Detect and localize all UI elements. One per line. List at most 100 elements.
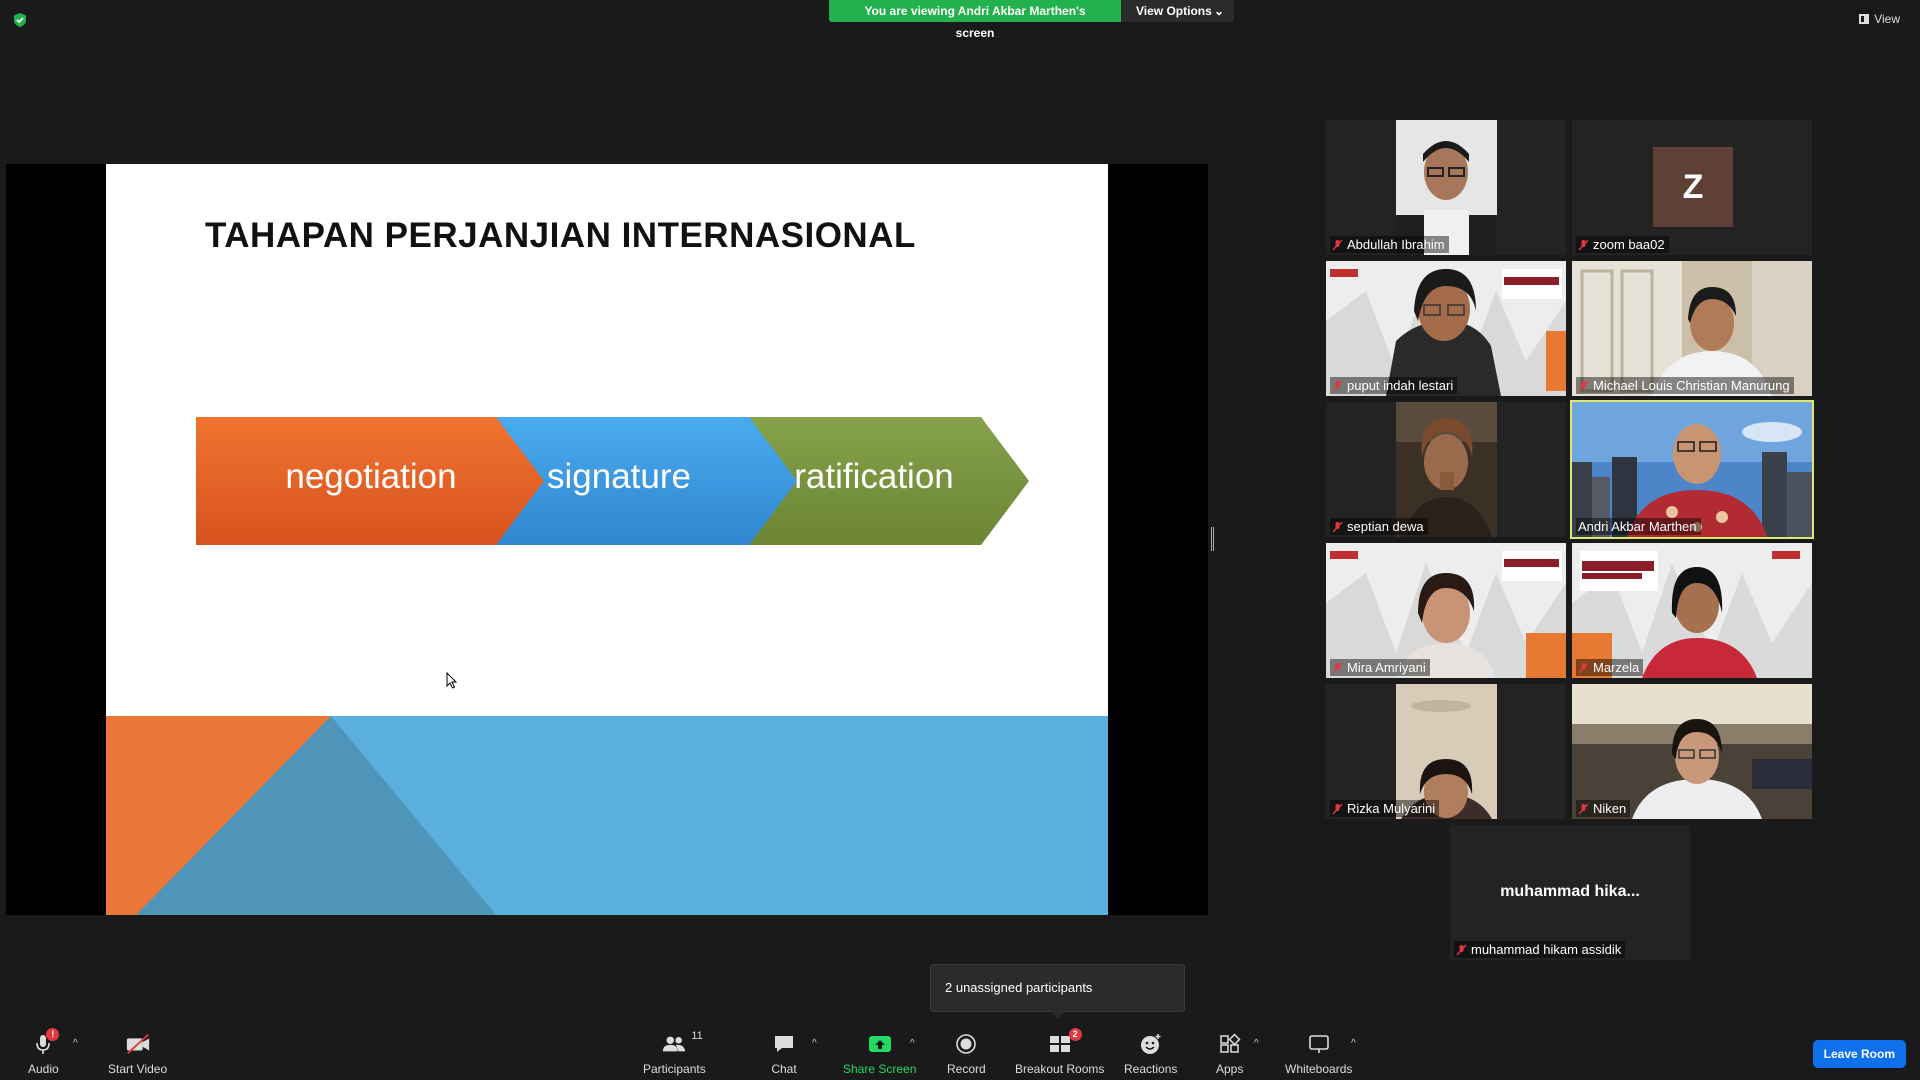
whiteboards-button[interactable]: Whiteboards (1285, 1032, 1352, 1076)
participant-tile[interactable]: Niken (1572, 684, 1812, 819)
slide-title: TAHAPAN PERJANJIAN INTERNASIONAL (205, 216, 916, 255)
muted-mic-icon (1578, 239, 1589, 250)
start-video-button[interactable]: Start Video (108, 1032, 167, 1076)
participant-name: zoom baa02 (1576, 236, 1669, 253)
participant-video (1572, 543, 1812, 678)
participant-name: Andri Akbar Marthen (1576, 518, 1701, 535)
participant-name: Abdullah Ibrahim (1330, 236, 1449, 253)
layout-grid-icon (1859, 14, 1870, 24)
apps-icon (1219, 1033, 1241, 1053)
audio-options-caret-icon[interactable]: ^ (73, 1038, 78, 1049)
muted-mic-icon (1332, 239, 1343, 250)
participant-tile[interactable]: Michael Louis Christian Manurung (1572, 261, 1812, 396)
participant-tile-active-speaker[interactable]: Andri Akbar Marthen (1570, 400, 1814, 539)
audio-warning-badge: ! (46, 1028, 60, 1041)
participant-name: Niken (1576, 800, 1631, 817)
participant-tile[interactable]: Marzela (1572, 543, 1812, 678)
participant-name: puput indah lestari (1330, 377, 1458, 394)
participant-tile[interactable]: Abdullah Ibrahim (1326, 120, 1566, 255)
share-screen-label: Share Screen (843, 1062, 917, 1076)
participant-tile[interactable]: septian dewa (1326, 402, 1566, 537)
panel-resize-handle[interactable] (1211, 527, 1214, 551)
unassigned-participants-tooltip[interactable]: 2 unassigned participants (930, 964, 1185, 1012)
breakout-rooms-button[interactable]: 2 Breakout Rooms (1015, 1028, 1105, 1076)
muted-mic-icon (1332, 380, 1343, 391)
participants-label: Participants (643, 1062, 706, 1076)
view-options-button[interactable]: View Options ⌄ (1121, 0, 1234, 22)
whiteboard-icon (1308, 1035, 1329, 1053)
participant-name: Marzela (1576, 659, 1644, 676)
share-screen-button[interactable]: Share Screen (843, 1032, 916, 1076)
whiteboards-label: Whiteboards (1285, 1062, 1353, 1076)
reactions-button[interactable]: Reactions (1124, 1032, 1177, 1076)
participant-tile[interactable]: Mira Amriyani (1326, 543, 1566, 678)
apps-button[interactable]: Apps (1216, 1032, 1243, 1076)
participant-name: Rizka Mulyarini (1330, 800, 1440, 817)
step-negotiation-label: negotiation (285, 457, 457, 496)
breakout-rooms-label: Breakout Rooms (1015, 1062, 1105, 1076)
apps-options-caret-icon[interactable]: ^ (1254, 1038, 1259, 1049)
participant-name: septian dewa (1330, 518, 1428, 535)
view-options-label: View Options (1136, 4, 1212, 18)
participant-tile[interactable]: puput indah lestari (1326, 261, 1566, 396)
participants-icon (663, 1036, 686, 1052)
participant-tile[interactable]: muhammad hika... muhammad hikam assidik (1450, 825, 1690, 960)
participant-video (1572, 402, 1812, 537)
muted-mic-icon (1456, 944, 1467, 955)
participant-display-name: muhammad hika... (1500, 883, 1640, 900)
participant-video (1396, 684, 1497, 819)
slide-footer-graphic (106, 716, 1108, 915)
chevron-down-icon: ⌄ (1213, 4, 1224, 18)
muted-mic-icon (1578, 662, 1589, 673)
leave-room-button[interactable]: Leave Room (1812, 1040, 1906, 1068)
record-label: Record (947, 1062, 986, 1076)
participant-video (1572, 684, 1812, 819)
participant-video (1396, 120, 1497, 255)
meeting-toolbar: ! Audio ^ Start Video 11 Participants Ch… (0, 1022, 1920, 1080)
encryption-shield-icon[interactable] (12, 12, 28, 28)
participant-video (1326, 543, 1566, 678)
apps-label: Apps (1216, 1062, 1244, 1076)
step-ratification-label: ratification (794, 457, 954, 496)
muted-mic-icon (1578, 803, 1589, 814)
video-off-icon (126, 1034, 149, 1054)
participant-video (1572, 261, 1812, 396)
whiteboards-options-caret-icon[interactable]: ^ (1351, 1038, 1356, 1049)
muted-mic-icon (1332, 521, 1343, 532)
start-video-label: Start Video (108, 1062, 168, 1076)
avatar: Z (1653, 147, 1733, 227)
participant-name: Mira Amriyani (1330, 659, 1430, 676)
share-options-caret-icon[interactable]: ^ (910, 1038, 915, 1049)
tooltip-pointer (1051, 1011, 1065, 1018)
shared-screen[interactable]: TAHAPAN PERJANJIAN INTERNASIONAL negotia… (6, 164, 1208, 915)
process-chevrons: negotiation signature ratification (196, 417, 1036, 545)
participants-count: 11 (691, 1030, 703, 1042)
view-layout-button[interactable]: View (1859, 12, 1900, 26)
participant-name: Michael Louis Christian Manurung (1576, 377, 1794, 394)
muted-mic-icon (1332, 803, 1343, 814)
participant-video (1326, 261, 1566, 396)
participant-name: muhammad hikam assidik (1454, 941, 1626, 958)
participant-tile[interactable]: Z zoom baa02 (1572, 120, 1812, 255)
muted-mic-icon (1578, 380, 1589, 391)
record-icon (956, 1034, 977, 1054)
chat-label: Chat (771, 1062, 797, 1076)
view-layout-label: View (1874, 12, 1900, 26)
audio-button[interactable]: ! Audio (28, 1028, 60, 1076)
presentation-slide: TAHAPAN PERJANJIAN INTERNASIONAL negotia… (106, 164, 1108, 915)
screen-share-banner: You are viewing Andri Akbar Marthen's sc… (829, 0, 1234, 40)
participants-button[interactable]: 11 Participants (643, 1030, 706, 1076)
zoom-meeting-window: You are viewing Andri Akbar Marthen's sc… (0, 0, 1920, 1080)
muted-mic-icon (1332, 662, 1343, 673)
chat-options-caret-icon[interactable]: ^ (812, 1038, 817, 1049)
chat-button[interactable]: Chat (771, 1032, 797, 1076)
step-signature-label: signature (547, 457, 691, 496)
breakout-rooms-icon (1049, 1036, 1070, 1052)
reactions-label: Reactions (1124, 1062, 1178, 1076)
chat-icon (775, 1036, 793, 1052)
reactions-smiley-icon (1140, 1034, 1161, 1054)
participant-tile[interactable]: Rizka Mulyarini (1326, 684, 1566, 819)
audio-label: Audio (28, 1062, 59, 1076)
breakout-rooms-badge: 2 (1068, 1028, 1082, 1041)
record-button[interactable]: Record (947, 1032, 986, 1076)
